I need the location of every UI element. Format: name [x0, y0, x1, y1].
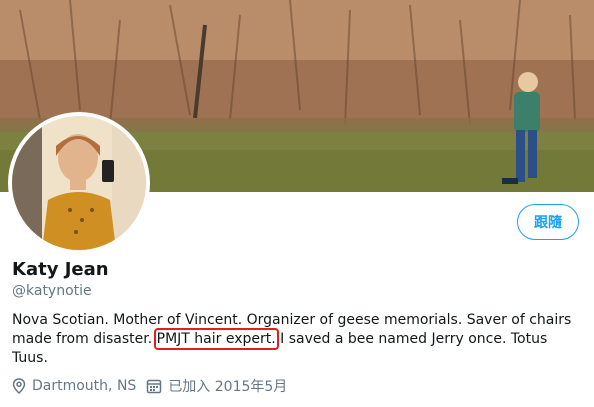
location-pin-icon: [12, 378, 26, 394]
profile-bio: Nova Scotian. Mother of Vincent. Organiz…: [12, 311, 582, 368]
avatar-photo: [12, 116, 146, 250]
follow-button[interactable]: 跟隨: [517, 204, 579, 240]
join-date-text: 已加入 2015年5月: [168, 379, 288, 395]
profile-name: Katy Jean: [12, 259, 109, 280]
location-text: Dartmouth, NS: [32, 378, 137, 394]
profile-location: Dartmouth, NS: [12, 378, 136, 394]
profile-join-date: 已加入 2015年5月: [146, 376, 287, 396]
profile-avatar[interactable]: [8, 112, 150, 254]
profile-meta: Dartmouth, NS 已加入 2015年5月: [12, 376, 297, 396]
bio-highlighted-phrase: PMJT hair expert.: [153, 328, 279, 350]
calendar-icon: [146, 378, 162, 394]
profile-handle[interactable]: @katynotie: [12, 283, 92, 299]
